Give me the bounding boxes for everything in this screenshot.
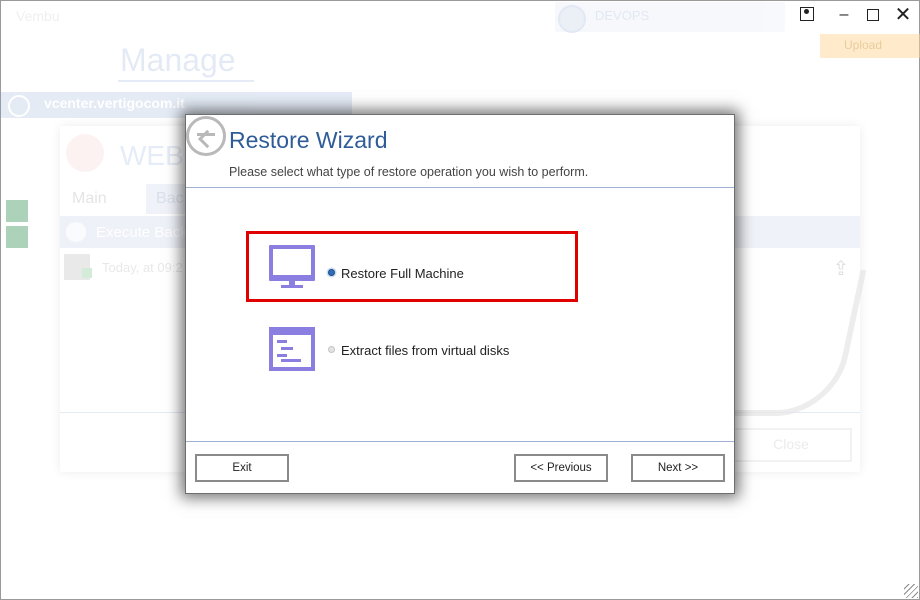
server-status-icon: [64, 254, 92, 280]
maximize-icon[interactable]: [862, 5, 884, 25]
dialog-header-divider: [186, 187, 734, 188]
side-server-icon-2[interactable]: [6, 226, 28, 248]
brand-tab[interactable]: Vembu: [16, 8, 60, 24]
restore-full-machine-radio[interactable]: [328, 269, 335, 276]
profile-icon[interactable]: [796, 5, 818, 25]
close-window-icon[interactable]: ✕: [892, 5, 914, 25]
close-button[interactable]: Close: [730, 428, 852, 462]
title-underline: [118, 80, 254, 82]
backup-row-time: Today, at 09:2: [102, 260, 183, 275]
dialog-subtitle: Please select what type of restore opera…: [229, 165, 589, 179]
minimize-icon[interactable]: –: [833, 5, 855, 25]
close-button-label: Close: [773, 436, 809, 452]
previous-button[interactable]: << Previous: [514, 454, 608, 482]
dialog-footer-divider: [186, 441, 734, 442]
profile-head-icon: [804, 9, 809, 14]
tab-backup[interactable]: Bac: [146, 184, 190, 214]
restore-full-machine-label[interactable]: Restore Full Machine: [341, 266, 464, 281]
execute-backup-label: Execute Back: [96, 224, 188, 241]
upload-button-label: Upload: [844, 38, 883, 52]
extract-files-radio[interactable]: [328, 346, 335, 353]
back-arrow-icon[interactable]: [186, 116, 226, 156]
next-button[interactable]: Next >>: [631, 454, 725, 482]
tab-main[interactable]: Main: [72, 190, 107, 208]
search-pill[interactable]: DEVOPS: [555, 2, 785, 33]
dialog-title: Restore Wizard: [229, 127, 388, 153]
upload-button[interactable]: Upload: [820, 34, 920, 58]
extract-files-label[interactable]: Extract files from virtual disks: [341, 343, 509, 358]
vcenter-icon: [8, 95, 30, 117]
download-icon: [66, 222, 86, 242]
page-title: Manage: [120, 42, 236, 78]
document-icon[interactable]: [268, 326, 316, 372]
exit-button[interactable]: Exit: [195, 454, 289, 482]
resize-grip-icon[interactable]: [904, 584, 918, 598]
monitor-icon[interactable]: [268, 244, 316, 290]
tab-backup-label: Bac: [156, 190, 184, 207]
backup-logo-icon: [66, 134, 104, 172]
side-server-icon[interactable]: [6, 200, 28, 222]
vcenter-label: vcenter.vertigocom.it: [44, 95, 185, 111]
search-pill-text: DEVOPS: [595, 8, 650, 23]
search-logo-icon: [558, 5, 586, 33]
